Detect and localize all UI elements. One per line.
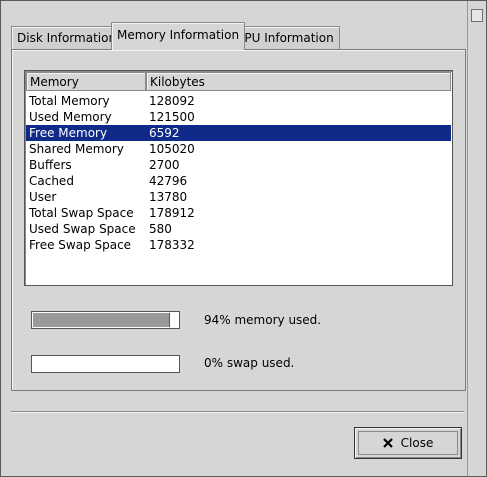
close-x-icon <box>382 438 393 448</box>
list-rows: Total Memory 128092 Used Memory 121500 Free … <box>26 93 451 253</box>
table-row[interactable]: Free Memory 6592 <box>26 125 451 141</box>
table-row[interactable]: Used Swap Space 580 <box>26 221 451 237</box>
table-row[interactable]: Shared Memory 105020 <box>26 141 451 157</box>
table-row[interactable]: Cached 42796 <box>26 173 451 189</box>
close-button-label: Close <box>400 436 434 450</box>
dialog-separator <box>11 411 464 413</box>
row-label: Used Swap Space <box>29 222 136 236</box>
row-label: Used Memory <box>29 110 112 124</box>
swap-usage-label: 0% swap used. <box>204 356 295 370</box>
row-value: 13780 <box>149 190 188 204</box>
tab-cpu-information[interactable]: CPU Information <box>230 26 340 49</box>
column-header-kilobytes[interactable]: Kilobytes <box>146 72 451 91</box>
row-label: Total Swap Space <box>29 206 134 220</box>
row-label: Buffers <box>29 158 72 172</box>
row-label: Cached <box>29 174 74 188</box>
table-row[interactable]: Buffers 2700 <box>26 157 451 173</box>
close-button-face: Close <box>358 431 458 455</box>
row-label: Shared Memory <box>29 142 124 156</box>
row-label: User <box>29 190 57 204</box>
table-row[interactable]: User 13780 <box>26 189 451 205</box>
swap-usage-bar <box>31 355 180 373</box>
row-value: 128092 <box>149 94 195 108</box>
side-scroll-strip[interactable] <box>467 1 486 476</box>
row-label: Total Memory <box>29 94 110 108</box>
row-value: 121500 <box>149 110 195 124</box>
close-button[interactable]: Close <box>354 427 462 459</box>
row-label: Free Swap Space <box>29 238 132 252</box>
table-row[interactable]: Total Memory 128092 <box>26 93 451 109</box>
row-value: 6592 <box>149 126 180 140</box>
memory-usage-bar <box>31 311 180 329</box>
row-value: 42796 <box>149 174 188 188</box>
column-header-memory[interactable]: Memory <box>26 72 146 91</box>
row-value: 178332 <box>149 238 195 252</box>
memory-info-dialog: Disk Information Memory Information CPU … <box>0 0 487 477</box>
row-value: 580 <box>149 222 172 236</box>
row-value: 178912 <box>149 206 195 220</box>
row-value: 105020 <box>149 142 195 156</box>
tab-memory-information[interactable]: Memory Information <box>111 22 246 50</box>
tab-disk-information[interactable]: Disk Information <box>11 26 123 49</box>
table-row[interactable]: Total Swap Space 178912 <box>26 205 451 221</box>
memory-tab-panel: Memory Kilobytes Total Memory 128092 Used … <box>11 49 466 391</box>
scroll-knob[interactable] <box>471 9 483 22</box>
memory-list[interactable]: Memory Kilobytes Total Memory 128092 Used … <box>24 70 453 286</box>
table-row[interactable]: Used Memory 121500 <box>26 109 451 125</box>
table-row[interactable]: Free Swap Space 178332 <box>26 237 451 253</box>
memory-usage-label: 94% memory used. <box>204 313 322 327</box>
memory-usage-fill <box>33 313 170 327</box>
row-label: Free Memory <box>29 126 108 140</box>
list-header: Memory Kilobytes <box>26 72 451 91</box>
row-value: 2700 <box>149 158 180 172</box>
